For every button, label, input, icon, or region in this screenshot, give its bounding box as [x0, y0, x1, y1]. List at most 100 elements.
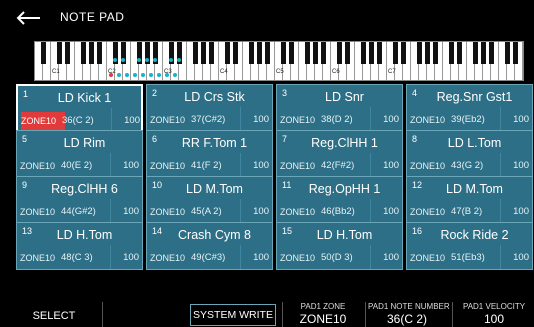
- pad-note-number[interactable]: 41(F 2): [191, 157, 241, 175]
- pad-note-number[interactable]: 36(C 2): [62, 112, 112, 130]
- black-key[interactable]: [56, 42, 62, 64]
- pad-4[interactable]: 4 Reg.Snr Gst1 ZONE10 39(Eb2) 100: [406, 84, 533, 132]
- pad-velocity[interactable]: 100: [503, 111, 529, 129]
- piano-keyboard[interactable]: C1 C2 C3 C4 C5 C6 C7: [34, 41, 524, 81]
- black-key[interactable]: [336, 42, 342, 64]
- pad-velocity[interactable]: 100: [243, 157, 269, 175]
- black-key[interactable]: [88, 42, 94, 64]
- black-key[interactable]: [192, 42, 198, 64]
- black-key[interactable]: [456, 42, 462, 64]
- black-key[interactable]: [488, 42, 494, 64]
- pad-zone[interactable]: ZONE10: [150, 249, 194, 267]
- pad-note-number[interactable]: 45(A 2): [191, 203, 241, 221]
- pad1-note-number-param[interactable]: PAD1 NOTE NUMBER 36(C 2): [368, 302, 450, 326]
- black-key[interactable]: [224, 42, 230, 64]
- pad-zone[interactable]: ZONE10: [280, 157, 324, 175]
- black-key[interactable]: [480, 42, 486, 64]
- pad-note-number[interactable]: 38(D 2): [321, 111, 371, 129]
- pad-note-number[interactable]: 40(E 2): [61, 157, 111, 175]
- pad-13[interactable]: 13 LD H.Tom ZONE10 48(C 3) 100: [16, 222, 143, 270]
- pad-note-number[interactable]: 50(D 3): [321, 249, 371, 267]
- pad1-zone-param[interactable]: PAD1 ZONE ZONE10: [284, 302, 362, 326]
- pad-11[interactable]: 11 Reg.OpHH 1 ZONE10 46(Bb2) 100: [276, 176, 403, 224]
- pad-velocity[interactable]: 100: [373, 203, 399, 221]
- black-key[interactable]: [208, 42, 214, 64]
- pad-zone[interactable]: ZONE10: [410, 157, 454, 175]
- pad-8[interactable]: 8 LD L.Tom ZONE10 43(G 2) 100: [406, 130, 533, 178]
- pad-5[interactable]: 5 LD Rim ZONE10 40(E 2) 100: [16, 130, 143, 178]
- pad-15[interactable]: 15 LD H.Tom ZONE10 50(D 3) 100: [276, 222, 403, 270]
- pad-zone[interactable]: ZONE10: [20, 249, 64, 267]
- pad-note-number[interactable]: 44(G#2): [61, 203, 111, 221]
- back-button[interactable]: [8, 4, 48, 32]
- pad-note-number[interactable]: 39(Eb2): [451, 111, 501, 129]
- black-key[interactable]: [256, 42, 262, 64]
- pad-zone[interactable]: ZONE10: [410, 203, 454, 221]
- black-key[interactable]: [288, 42, 294, 64]
- pad-velocity[interactable]: 100: [503, 157, 529, 175]
- black-key[interactable]: [64, 42, 70, 64]
- pad-9[interactable]: 9 Reg.ClHH 6 ZONE10 44(G#2) 100: [16, 176, 143, 224]
- pad-note-number[interactable]: 47(B 2): [451, 203, 501, 221]
- black-key[interactable]: [96, 42, 102, 64]
- black-key[interactable]: [368, 42, 374, 64]
- pad-10[interactable]: 10 LD M.Tom ZONE10 45(A 2) 100: [146, 176, 273, 224]
- pad1-velocity-param[interactable]: PAD1 VELOCITY 100: [455, 302, 533, 326]
- pad-velocity[interactable]: 100: [373, 157, 399, 175]
- pad-velocity[interactable]: 100: [503, 249, 529, 267]
- pad-note-number[interactable]: 48(C 3): [61, 249, 111, 267]
- pad-6[interactable]: 6 RR F.Tom 1 ZONE10 41(F 2) 100: [146, 130, 273, 178]
- pad-velocity[interactable]: 100: [373, 249, 399, 267]
- pad-7[interactable]: 7 Reg.ClHH 1 ZONE10 42(F#2) 100: [276, 130, 403, 178]
- pad-velocity[interactable]: 100: [113, 249, 139, 267]
- black-key[interactable]: [280, 42, 286, 64]
- black-key[interactable]: [424, 42, 430, 64]
- pad-velocity[interactable]: 100: [113, 203, 139, 221]
- pad-velocity[interactable]: 100: [243, 249, 269, 267]
- black-key[interactable]: [376, 42, 382, 64]
- pad-note-number[interactable]: 46(Bb2): [321, 203, 371, 221]
- pad-zone[interactable]: ZONE10: [21, 112, 65, 130]
- system-write-button[interactable]: SYSTEM WRITE: [190, 304, 276, 326]
- pad-note-number[interactable]: 49(C#3): [191, 249, 241, 267]
- pad-note-number[interactable]: 42(F#2): [321, 157, 371, 175]
- black-key[interactable]: [472, 42, 478, 64]
- select-button[interactable]: SELECT: [14, 306, 94, 326]
- pad-velocity[interactable]: 100: [113, 157, 139, 175]
- pad-zone[interactable]: ZONE10: [150, 157, 194, 175]
- black-key[interactable]: [40, 42, 46, 64]
- black-key[interactable]: [320, 42, 326, 64]
- black-key[interactable]: [512, 42, 518, 64]
- pad-note-number[interactable]: 51(Eb3): [451, 249, 501, 267]
- pad-zone[interactable]: ZONE10: [150, 111, 194, 129]
- pad-zone[interactable]: ZONE10: [280, 203, 324, 221]
- pad-velocity[interactable]: 100: [243, 111, 269, 129]
- pad-16[interactable]: 16 Rock Ride 2 ZONE10 51(Eb3) 100: [406, 222, 533, 270]
- pad-zone[interactable]: ZONE10: [280, 111, 324, 129]
- pad-velocity[interactable]: 100: [503, 203, 529, 221]
- pad-zone[interactable]: ZONE10: [20, 203, 64, 221]
- black-key[interactable]: [312, 42, 318, 64]
- black-key[interactable]: [344, 42, 350, 64]
- black-key[interactable]: [232, 42, 238, 64]
- pad-1[interactable]: 1 LD Kick 1 ZONE10 36(C 2) 100: [16, 84, 143, 132]
- pad-2[interactable]: 2 LD Crs Stk ZONE10 37(C#2) 100: [146, 84, 273, 132]
- black-key[interactable]: [200, 42, 206, 64]
- pad-zone[interactable]: ZONE10: [280, 249, 324, 267]
- black-key[interactable]: [304, 42, 310, 64]
- pad-velocity[interactable]: 100: [114, 112, 140, 130]
- pad-zone[interactable]: ZONE10: [150, 203, 194, 221]
- pad-zone[interactable]: ZONE10: [410, 249, 454, 267]
- pad-note-number[interactable]: 43(G 2): [451, 157, 501, 175]
- black-key[interactable]: [416, 42, 422, 64]
- black-key[interactable]: [432, 42, 438, 64]
- black-key[interactable]: [504, 42, 510, 64]
- pad-zone[interactable]: ZONE10: [20, 157, 64, 175]
- pad-3[interactable]: 3 LD Snr ZONE10 38(D 2) 100: [276, 84, 403, 132]
- pad-velocity[interactable]: 100: [243, 203, 269, 221]
- black-key[interactable]: [360, 42, 366, 64]
- black-key[interactable]: [248, 42, 254, 64]
- black-key[interactable]: [80, 42, 86, 64]
- black-key[interactable]: [448, 42, 454, 64]
- pad-12[interactable]: 12 LD M.Tom ZONE10 47(B 2) 100: [406, 176, 533, 224]
